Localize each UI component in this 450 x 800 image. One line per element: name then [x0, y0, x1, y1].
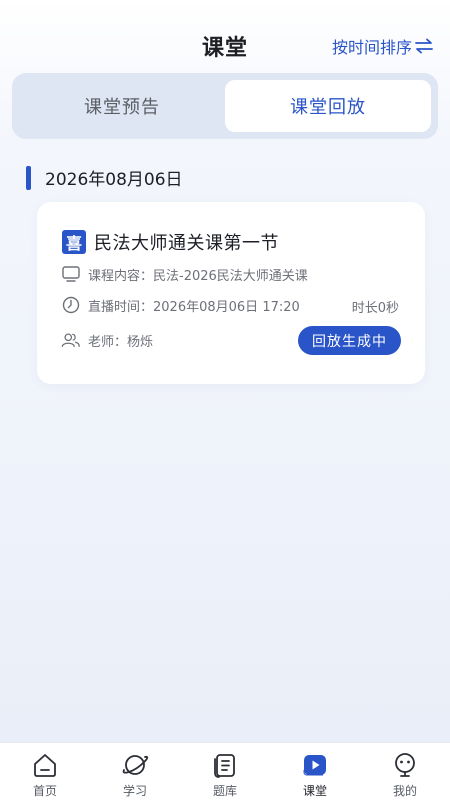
- home-icon: [30, 750, 60, 780]
- nav-item-study[interactable]: 学习: [90, 743, 180, 800]
- bottom-nav: 首页 学习 题库 课堂 我的: [0, 742, 450, 800]
- course-badge-icon: 喜: [62, 230, 86, 254]
- nav-label-classroom: 课堂: [302, 784, 327, 798]
- clock-icon: [61, 295, 81, 315]
- teacher-row: 老师： 杨烁: [61, 330, 153, 350]
- swap-arrows-icon: [415, 38, 433, 54]
- document-icon: [210, 750, 240, 780]
- teacher-label: 老师：: [88, 334, 128, 350]
- nav-label-question-bank: 题库: [212, 784, 237, 798]
- planet-icon: [120, 750, 150, 780]
- content-value: 民法-2026民法大师通关课: [153, 268, 308, 284]
- nav-item-mine[interactable]: 我的: [360, 743, 450, 800]
- monitor-icon: [61, 264, 81, 284]
- course-title-row: 喜 民法大师通关课第一节: [62, 229, 279, 255]
- header: 课堂 按时间排序: [0, 0, 450, 70]
- date-label: 2026年08月06日: [45, 170, 183, 190]
- date-group-header: 2026年08月06日: [26, 165, 183, 190]
- nav-label-study: 学习: [122, 784, 147, 798]
- nav-item-home[interactable]: 首页: [0, 743, 90, 800]
- tab-replay[interactable]: 课堂回放: [225, 80, 431, 132]
- sort-by-time-button[interactable]: 按时间排序: [332, 34, 434, 58]
- segment-tabs: 课堂预告 课堂回放: [12, 73, 438, 139]
- date-accent-bar: [26, 165, 31, 190]
- time-label: 直播时间：: [88, 299, 154, 315]
- duration-label: 时长0秒: [351, 301, 399, 316]
- nav-item-classroom[interactable]: 课堂: [270, 743, 360, 800]
- profile-icon: [390, 750, 420, 780]
- nav-item-question-bank[interactable]: 题库: [180, 743, 270, 800]
- live-time-row: 直播时间： 2026年08月06日 17:20: [61, 295, 300, 315]
- content-label: 课程内容：: [88, 268, 154, 284]
- course-card[interactable]: 喜 民法大师通关课第一节 课程内容： 民法-2026民法大师通关课 直播时间： …: [37, 202, 425, 384]
- people-icon: [61, 330, 81, 350]
- teacher-name: 杨烁: [127, 334, 154, 350]
- nav-label-mine: 我的: [392, 784, 417, 798]
- course-title: 民法大师通关课第一节: [94, 233, 279, 254]
- nav-label-home: 首页: [32, 784, 57, 798]
- sort-button-label: 按时间排序: [331, 38, 412, 57]
- tab-preview[interactable]: 课堂预告: [19, 80, 225, 132]
- course-content-row: 课程内容： 民法-2026民法大师通关课: [61, 264, 308, 284]
- time-value: 2026年08月06日 17:20: [153, 299, 300, 315]
- video-play-icon: [300, 750, 330, 780]
- replay-status-button[interactable]: 回放生成中: [298, 326, 401, 355]
